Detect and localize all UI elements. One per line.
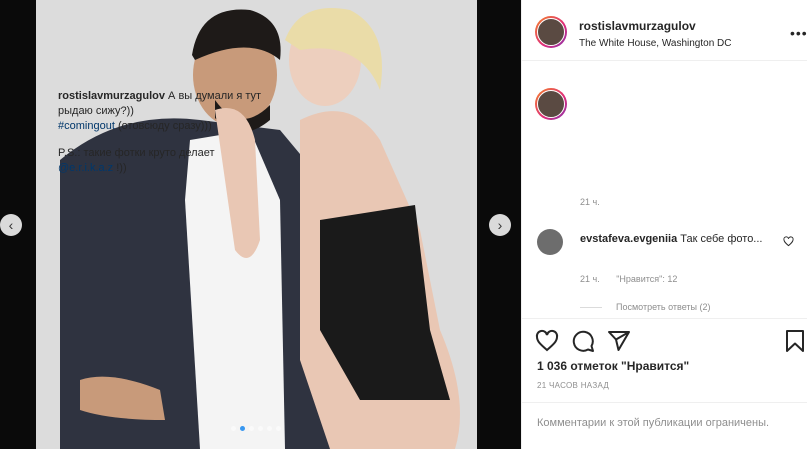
more-horizontal-icon[interactable]: ••• bbox=[790, 25, 807, 41]
comment-like-heart-icon[interactable] bbox=[783, 236, 794, 247]
caption-avatar[interactable] bbox=[535, 88, 567, 120]
post-photo[interactable]: ‹ › bbox=[0, 0, 521, 449]
comment: evstafeva.evgeniia Так себе фото... bbox=[580, 232, 770, 247]
heart-icon[interactable] bbox=[535, 329, 559, 353]
carousel-dots bbox=[231, 426, 281, 431]
caption-username[interactable]: rostislavmurzagulov bbox=[58, 90, 165, 102]
comment-time[interactable]: 21 ч. bbox=[580, 274, 600, 284]
carousel-prev-button[interactable]: ‹ bbox=[0, 214, 22, 236]
likes-count[interactable]: 1 036 отметок "Нравится" bbox=[537, 359, 689, 373]
caption-time[interactable]: 21 ч. bbox=[580, 197, 600, 207]
share-icon[interactable] bbox=[607, 329, 631, 353]
comment-text: Так себе фото... bbox=[680, 233, 763, 245]
comment-icon[interactable] bbox=[571, 329, 595, 353]
view-replies-label[interactable]: Посмотреть ответы (2) bbox=[616, 302, 711, 312]
commenter-avatar[interactable] bbox=[537, 229, 563, 255]
caption-ps-end: !)) bbox=[116, 162, 127, 174]
comment-username[interactable]: evstafeva.evgeniia bbox=[580, 233, 677, 245]
carousel-dot bbox=[231, 426, 236, 431]
caption-hashtag[interactable]: #comingout bbox=[58, 120, 115, 132]
caption-ps: P.S.: такие фотки круто делает bbox=[58, 147, 215, 159]
posted-time[interactable]: 21 ЧАСОВ НАЗАД bbox=[537, 381, 609, 390]
caption-text-2: (отовсюду сразу))) bbox=[117, 120, 212, 132]
carousel-next-button[interactable]: › bbox=[489, 214, 511, 236]
photo-content bbox=[0, 0, 521, 449]
photo-illustration bbox=[36, 0, 477, 449]
action-bar bbox=[521, 318, 807, 359]
caption-mention[interactable]: @e.r.i.k.a.z bbox=[58, 162, 113, 174]
comment-likes[interactable]: "Нравится": 12 bbox=[616, 274, 677, 284]
post-caption: rostislavmurzagulov А вы думали я тут ры… bbox=[58, 89, 278, 176]
author-avatar[interactable] bbox=[535, 16, 567, 48]
comments-disabled-bar: Комментарии к этой публикации ограничены… bbox=[521, 402, 807, 450]
comments-disabled-text: Комментарии к этой публикации ограничены… bbox=[537, 417, 770, 429]
carousel-dot bbox=[258, 426, 263, 431]
replies-divider bbox=[580, 306, 602, 308]
bookmark-icon[interactable] bbox=[783, 329, 807, 353]
author-username[interactable]: rostislavmurzagulov bbox=[579, 19, 696, 33]
carousel-dot bbox=[249, 426, 254, 431]
post-header: rostislavmurzagulov The White House, Was… bbox=[522, 0, 807, 61]
carousel-dot-active bbox=[240, 426, 245, 431]
carousel-dot bbox=[267, 426, 272, 431]
carousel-dot bbox=[276, 426, 281, 431]
comment-meta: 21 ч. "Нравится": 12 bbox=[580, 274, 691, 284]
post-location[interactable]: The White House, Washington DC bbox=[579, 38, 731, 49]
view-replies[interactable]: Посмотреть ответы (2) bbox=[580, 302, 711, 312]
